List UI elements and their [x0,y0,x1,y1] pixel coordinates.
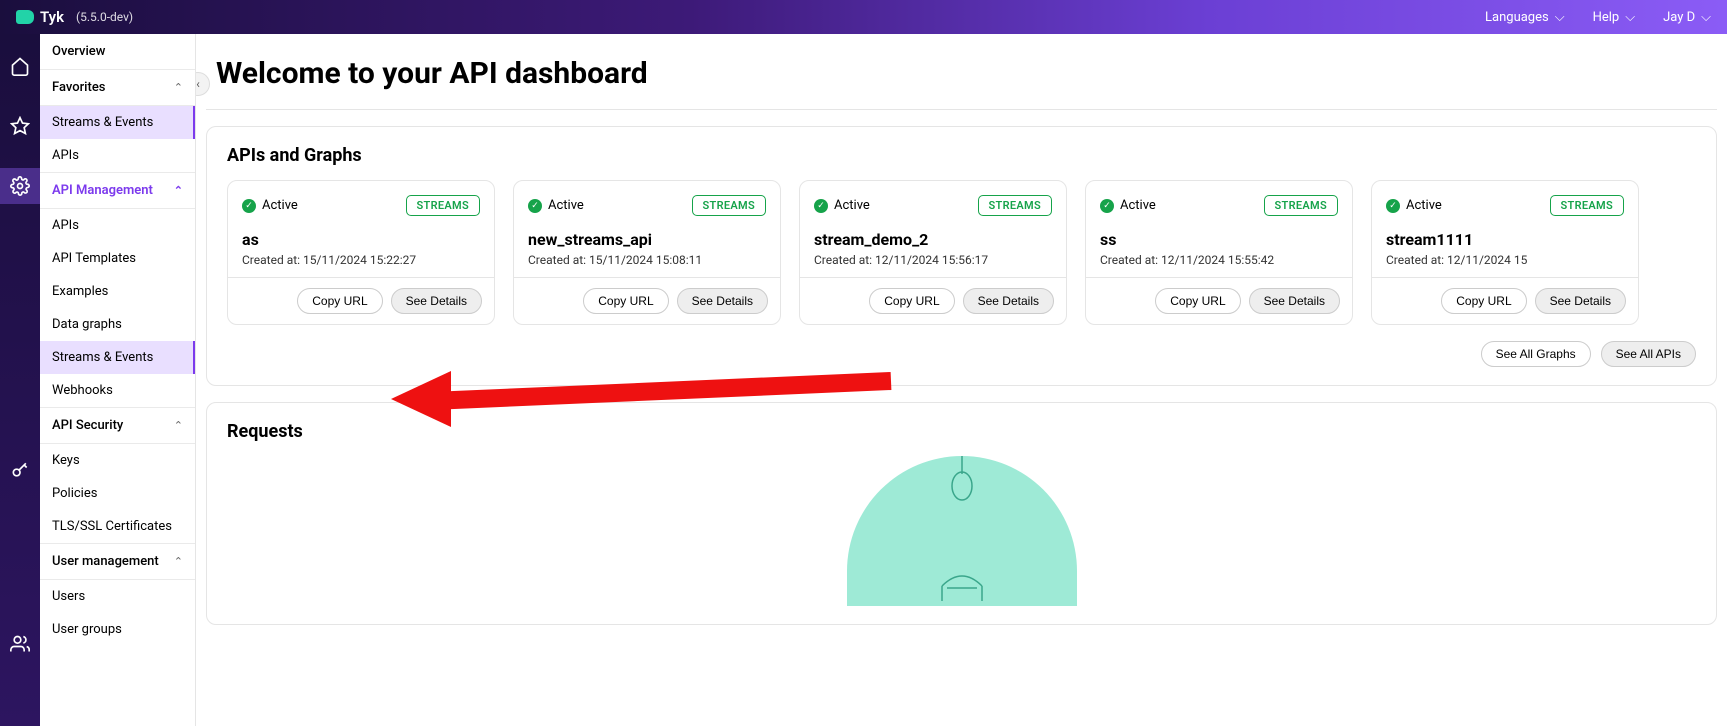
streams-badge: STREAMS [692,195,766,216]
rail-users[interactable] [0,626,40,662]
check-icon: ✓ [814,199,828,213]
languages-menu[interactable]: Languages ⌵ [1485,10,1565,25]
card-created-at: Created at: 15/11/2024 15:22:27 [242,253,480,267]
check-icon: ✓ [1386,199,1400,213]
status-active: ✓ Active [1100,198,1156,213]
check-icon: ✓ [1100,199,1114,213]
sidebar-item-users[interactable]: Users [40,580,195,613]
chevron-up-icon: ⌃ [174,184,183,197]
status-active: ✓ Active [528,198,584,213]
page-title: Welcome to your API dashboard [196,34,1727,109]
sidebar-item-tls-ssl[interactable]: TLS/SSL Certificates [40,510,195,544]
streams-badge: STREAMS [1550,195,1624,216]
rail-api-management[interactable] [0,168,40,204]
chevron-down-icon: ⌵ [1625,10,1635,25]
sidebar-favorites[interactable]: Favorites ⌃ [40,70,195,106]
tyk-logo-icon [16,10,34,24]
brand-name: Tyk [40,8,64,26]
sidebar-item-data-graphs[interactable]: Data graphs [40,308,195,341]
rail-home[interactable] [0,48,40,84]
see-all-graphs-button[interactable]: See All Graphs [1481,341,1591,367]
sidebar-item-api-templates[interactable]: API Templates [40,242,195,275]
sidebar-item-apis[interactable]: APIs [40,209,195,242]
status-active: ✓ Active [242,198,298,213]
main-content: ‹ Welcome to your API dashboard APIs and… [196,34,1727,726]
api-card[interactable]: ✓ Active STREAMS stream1111 Created at: … [1371,180,1639,325]
sidebar-item-user-groups[interactable]: User groups [40,613,195,646]
see-details-button[interactable]: See Details [1535,288,1626,314]
help-menu[interactable]: Help ⌵ [1593,10,1636,25]
copy-url-button[interactable]: Copy URL [1441,288,1526,314]
version-label: (5.5.0-dev) [76,10,133,24]
card-created-at: Created at: 12/11/2024 15:56:17 [814,253,1052,267]
user-menu[interactable]: Jay D ⌵ [1663,10,1711,25]
card-name: stream1111 [1386,230,1624,249]
sidebar-item-policies[interactable]: Policies [40,477,195,510]
copy-url-button[interactable]: Copy URL [869,288,954,314]
api-card[interactable]: ✓ Active STREAMS stream_demo_2 Created a… [799,180,1067,325]
sidebar: Overview Favorites ⌃ Streams & Events AP… [40,34,196,726]
panel-title: APIs and Graphs [227,145,1696,166]
card-created-at: Created at: 12/11/2024 15 [1386,253,1624,267]
api-card[interactable]: ✓ Active STREAMS new_streams_api Created… [513,180,781,325]
see-details-button[interactable]: See Details [677,288,768,314]
status-active: ✓ Active [1386,198,1442,213]
sidebar-api-security[interactable]: API Security ⌃ [40,408,195,444]
see-details-button[interactable]: See Details [391,288,482,314]
check-icon: ✓ [242,199,256,213]
see-details-button[interactable]: See Details [963,288,1054,314]
empty-state-illustration [227,456,1696,606]
chevron-up-icon: ⌃ [174,419,183,432]
sidebar-api-management[interactable]: API Management ⌃ [40,173,195,209]
brand-logo[interactable]: Tyk (5.5.0-dev) [16,8,133,26]
apis-and-graphs-panel: APIs and Graphs ✓ Active STREAMS as Crea… [206,126,1717,386]
streams-badge: STREAMS [1264,195,1338,216]
api-card[interactable]: ✓ Active STREAMS as Created at: 15/11/20… [227,180,495,325]
card-name: ss [1100,230,1338,249]
chevron-up-icon: ⌃ [174,555,183,568]
sidebar-user-management[interactable]: User management ⌃ [40,544,195,580]
sidebar-item-examples[interactable]: Examples [40,275,195,308]
sidebar-item-keys[interactable]: Keys [40,444,195,477]
chevron-down-icon: ⌵ [1701,10,1711,25]
panel-title: Requests [227,421,1696,442]
card-name: new_streams_api [528,230,766,249]
rail-favorites[interactable] [0,108,40,144]
see-all-apis-button[interactable]: See All APIs [1601,341,1696,367]
card-created-at: Created at: 15/11/2024 15:08:11 [528,253,766,267]
copy-url-button[interactable]: Copy URL [1155,288,1240,314]
sidebar-item-webhooks[interactable]: Webhooks [40,374,195,408]
sidebar-fav-streams-events[interactable]: Streams & Events [40,106,195,139]
see-details-button[interactable]: See Details [1249,288,1340,314]
api-card[interactable]: ✓ Active STREAMS ss Created at: 12/11/20… [1085,180,1353,325]
check-icon: ✓ [528,199,542,213]
rail-security[interactable] [0,452,40,488]
copy-url-button[interactable]: Copy URL [583,288,668,314]
icon-rail [0,34,40,726]
copy-url-button[interactable]: Copy URL [297,288,382,314]
streams-badge: STREAMS [978,195,1052,216]
chevron-up-icon: ⌃ [174,81,183,94]
sidebar-fav-apis[interactable]: APIs [40,139,195,173]
sidebar-overview[interactable]: Overview [40,34,195,70]
card-created-at: Created at: 12/11/2024 15:55:42 [1100,253,1338,267]
chevron-down-icon: ⌵ [1555,10,1565,25]
streams-badge: STREAMS [406,195,480,216]
requests-panel: Requests [206,402,1717,625]
status-active: ✓ Active [814,198,870,213]
card-name: as [242,230,480,249]
sidebar-item-streams-events[interactable]: Streams & Events [40,341,195,374]
card-name: stream_demo_2 [814,230,1052,249]
